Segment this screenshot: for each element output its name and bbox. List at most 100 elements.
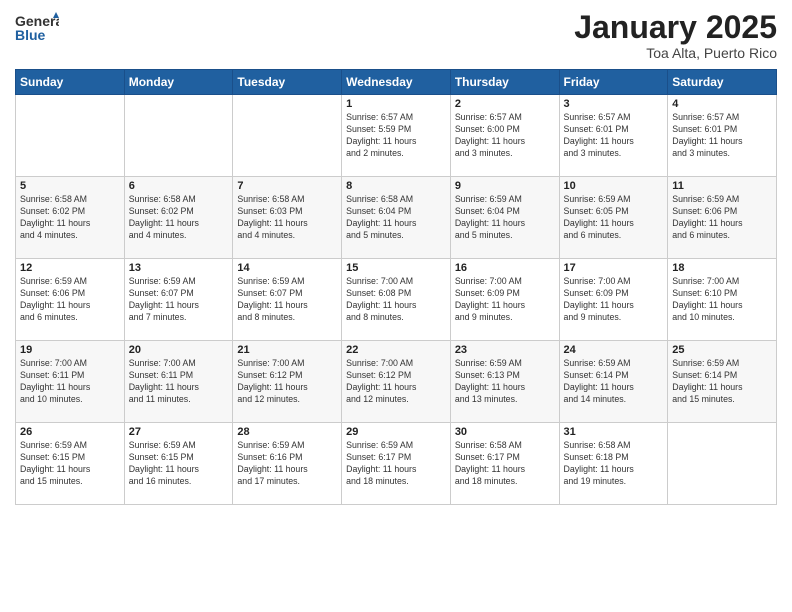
day-number: 23 [455,344,555,356]
calendar-cell: 27 Sunrise: 6:59 AMSunset: 6:15 PMDayligh… [124,423,233,505]
day-number: 26 [20,426,120,438]
col-saturday: Saturday [668,70,777,95]
calendar-cell: 2Sunrise: 6:57 AMSunset: 6:00 PMDaylight… [450,95,559,177]
day-number: 20 [129,344,229,356]
calendar-header-row: Sunday Monday Tuesday Wednesday Thursday… [16,70,777,95]
day-info: Sunrise: 7:00 AMSunset: 6:09 PMDaylight:… [564,276,664,324]
calendar-cell [124,95,233,177]
col-tuesday: Tuesday [233,70,342,95]
day-number: 9 [455,180,555,192]
calendar-cell: 6 Sunrise: 6:58 AMSunset: 6:02 PMDaylight… [124,177,233,259]
calendar-week-1: 1 Sunrise: 6:57 AMSunset: 5:59 PMDaylight… [16,95,777,177]
calendar-cell: 31 Sunrise: 6:58 AMSunset: 6:18 PMDayligh… [559,423,668,505]
calendar-cell: 17 Sunrise: 7:00 AMSunset: 6:09 PMDayligh… [559,259,668,341]
day-number: 14 [237,262,337,274]
calendar-cell: 11 Sunrise: 6:59 AMSunset: 6:06 PMDayligh… [668,177,777,259]
calendar-cell [16,95,125,177]
day-info: Sunrise: 6:59 AMSunset: 6:14 PMDaylight:… [672,358,772,406]
calendar-cell [233,95,342,177]
day-info: Sunrise: 6:58 AMSunset: 6:02 PMDaylight:… [129,194,229,242]
calendar-cell: 20 Sunrise: 7:00 AMSunset: 6:11 PMDayligh… [124,341,233,423]
calendar-cell: 1 Sunrise: 6:57 AMSunset: 5:59 PMDaylight… [342,95,451,177]
day-info: Sunrise: 6:59 AMSunset: 6:14 PMDaylight:… [564,358,664,406]
day-info: Sunrise: 6:58 AMSunset: 6:03 PMDaylight:… [237,194,337,242]
day-number: 13 [129,262,229,274]
col-wednesday: Wednesday [342,70,451,95]
day-number: 4 [672,98,772,110]
day-number: 5 [20,180,120,192]
day-number: 24 [564,344,664,356]
calendar: Sunday Monday Tuesday Wednesday Thursday… [15,69,777,505]
day-info: Sunrise: 7:00 AMSunset: 6:10 PMDaylight:… [672,276,772,324]
header: General Blue January 2025 Toa Alta, Puer… [15,10,777,61]
calendar-cell: 28 Sunrise: 6:59 AMSunset: 6:16 PMDayligh… [233,423,342,505]
day-info: Sunrise: 6:57 AMSunset: 5:59 PMDaylight:… [346,112,446,160]
calendar-cell: 29Sunrise: 6:59 AMSunset: 6:17 PMDayligh… [342,423,451,505]
day-info: Sunrise: 7:00 AMSunset: 6:08 PMDaylight:… [346,276,446,324]
day-number: 16 [455,262,555,274]
svg-text:Blue: Blue [15,27,46,43]
day-number: 10 [564,180,664,192]
day-info: Sunrise: 6:59 AMSunset: 6:13 PMDaylight:… [455,358,555,406]
day-info: Sunrise: 6:59 AMSunset: 6:07 PMDaylight:… [129,276,229,324]
calendar-week-2: 5 Sunrise: 6:58 AMSunset: 6:02 PMDaylight… [16,177,777,259]
day-number: 7 [237,180,337,192]
day-number: 1 [346,98,446,110]
day-info: Sunrise: 7:00 AMSunset: 6:12 PMDaylight:… [346,358,446,406]
calendar-cell: 21Sunrise: 7:00 AMSunset: 6:12 PMDayligh… [233,341,342,423]
day-number: 30 [455,426,555,438]
calendar-cell: 15 Sunrise: 7:00 AMSunset: 6:08 PMDayligh… [342,259,451,341]
calendar-cell: 3 Sunrise: 6:57 AMSunset: 6:01 PMDaylight… [559,95,668,177]
day-info: Sunrise: 6:57 AMSunset: 6:01 PMDaylight:… [564,112,664,160]
day-number: 15 [346,262,446,274]
calendar-cell: 14 Sunrise: 6:59 AMSunset: 6:07 PMDayligh… [233,259,342,341]
day-info: Sunrise: 6:59 AMSunset: 6:04 PMDaylight:… [455,194,555,242]
calendar-cell: 10 Sunrise: 6:59 AMSunset: 6:05 PMDayligh… [559,177,668,259]
logo: General Blue [15,10,59,51]
day-info: Sunrise: 6:58 AMSunset: 6:02 PMDaylight:… [20,194,120,242]
calendar-week-5: 26 Sunrise: 6:59 AMSunset: 6:15 PMDayligh… [16,423,777,505]
day-number: 6 [129,180,229,192]
calendar-cell: 13 Sunrise: 6:59 AMSunset: 6:07 PMDayligh… [124,259,233,341]
day-number: 31 [564,426,664,438]
day-info: Sunrise: 6:59 AMSunset: 6:15 PMDaylight:… [20,440,120,488]
day-info: Sunrise: 6:59 AMSunset: 6:15 PMDaylight:… [129,440,229,488]
day-number: 28 [237,426,337,438]
calendar-cell: 12 Sunrise: 6:59 AMSunset: 6:06 PMDayligh… [16,259,125,341]
calendar-cell: 26 Sunrise: 6:59 AMSunset: 6:15 PMDayligh… [16,423,125,505]
day-number: 19 [20,344,120,356]
day-number: 22 [346,344,446,356]
calendar-week-3: 12 Sunrise: 6:59 AMSunset: 6:06 PMDayligh… [16,259,777,341]
logo-icon: General Blue [15,10,59,46]
calendar-cell: 25Sunrise: 6:59 AMSunset: 6:14 PMDayligh… [668,341,777,423]
day-number: 29 [346,426,446,438]
day-info: Sunrise: 6:59 AMSunset: 6:05 PMDaylight:… [564,194,664,242]
day-number: 12 [20,262,120,274]
col-thursday: Thursday [450,70,559,95]
page: General Blue January 2025 Toa Alta, Puer… [0,0,792,612]
col-sunday: Sunday [16,70,125,95]
day-info: Sunrise: 7:00 AMSunset: 6:11 PMDaylight:… [129,358,229,406]
calendar-cell: 9 Sunrise: 6:59 AMSunset: 6:04 PMDaylight… [450,177,559,259]
day-number: 2 [455,98,555,110]
day-info: Sunrise: 6:58 AMSunset: 6:17 PMDaylight:… [455,440,555,488]
day-number: 17 [564,262,664,274]
day-number: 11 [672,180,772,192]
day-info: Sunrise: 6:59 AMSunset: 6:06 PMDaylight:… [20,276,120,324]
calendar-cell: 24 Sunrise: 6:59 AMSunset: 6:14 PMDayligh… [559,341,668,423]
day-number: 3 [564,98,664,110]
day-info: Sunrise: 6:59 AMSunset: 6:06 PMDaylight:… [672,194,772,242]
day-info: Sunrise: 7:00 AMSunset: 6:09 PMDaylight:… [455,276,555,324]
subtitle: Toa Alta, Puerto Rico [574,45,777,61]
day-info: Sunrise: 6:59 AMSunset: 6:07 PMDaylight:… [237,276,337,324]
col-friday: Friday [559,70,668,95]
calendar-cell: 16 Sunrise: 7:00 AMSunset: 6:09 PMDayligh… [450,259,559,341]
calendar-week-4: 19 Sunrise: 7:00 AMSunset: 6:11 PMDayligh… [16,341,777,423]
calendar-cell: 19Sunrise: 7:00 AMSunset: 6:11 PMDayligh… [16,341,125,423]
day-info: Sunrise: 6:59 AMSunset: 6:16 PMDaylight:… [237,440,337,488]
calendar-cell [668,423,777,505]
day-number: 18 [672,262,772,274]
day-info: Sunrise: 6:58 AMSunset: 6:18 PMDaylight:… [564,440,664,488]
day-number: 27 [129,426,229,438]
day-info: Sunrise: 6:58 AMSunset: 6:04 PMDaylight:… [346,194,446,242]
